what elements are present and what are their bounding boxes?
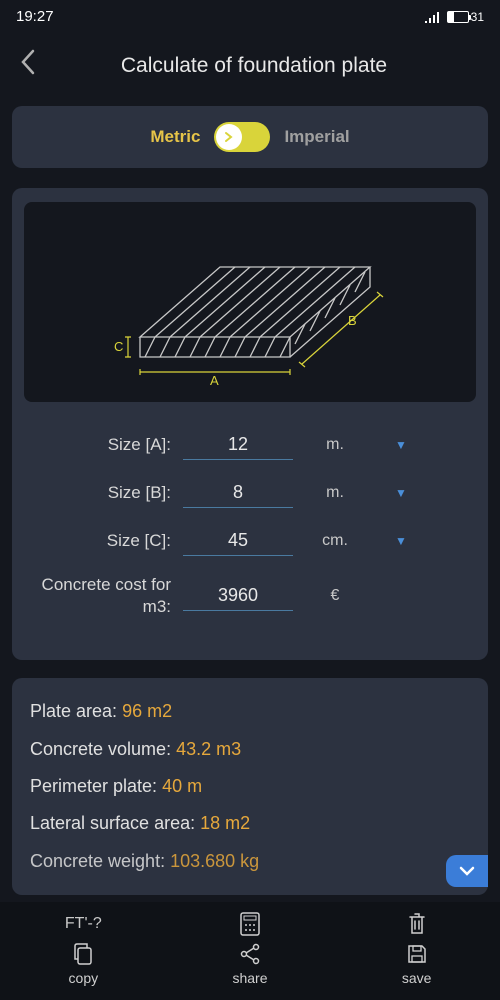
imperial-label: Imperial xyxy=(284,127,349,147)
scroll-down-button[interactable] xyxy=(446,855,488,887)
copy-icon xyxy=(71,942,95,966)
unit-size-c: cm. xyxy=(305,532,365,550)
diagram-label-b: B xyxy=(348,313,357,328)
unit-size-b: m. xyxy=(305,484,365,502)
app-header: Calculate of foundation plate xyxy=(0,33,500,106)
label-size-b: Size [B]: xyxy=(28,483,183,503)
trash-icon xyxy=(405,912,429,936)
input-size-a[interactable] xyxy=(183,430,293,460)
share-icon xyxy=(238,942,262,966)
foundation-diagram: A B C xyxy=(24,202,476,402)
result-perimeter: Perimeter plate: 40 m xyxy=(30,775,470,798)
input-row-size-b: Size [B]: m. ▼ xyxy=(24,478,476,508)
page-title: Calculate of foundation plate xyxy=(24,54,484,78)
delete-button[interactable] xyxy=(377,912,457,936)
status-right: 31 xyxy=(425,10,484,24)
label-size-a: Size [A]: xyxy=(28,435,183,455)
battery-percent: 31 xyxy=(471,10,484,24)
unit-dropdown-c[interactable]: ▼ xyxy=(395,534,407,548)
unit-cost: € xyxy=(305,587,365,605)
unit-toggle-switch[interactable] xyxy=(214,122,270,152)
input-card: A B C Size [A]: m. ▼ Size [B]: m. ▼ Size… xyxy=(12,188,488,660)
share-label: share xyxy=(232,970,267,986)
unit-size-a: m. xyxy=(305,436,365,454)
result-lateral: Lateral surface area: 18 m2 xyxy=(30,812,470,835)
input-row-size-c: Size [C]: cm. ▼ xyxy=(24,526,476,556)
bottom-bar: FT'-? copy share xyxy=(0,902,500,1000)
signal-icon xyxy=(425,11,441,23)
results-card: Plate area: 96 m2 Concrete volume: 43.2 … xyxy=(12,678,488,895)
diagram-label-c: C xyxy=(114,339,123,354)
label-cost: Concrete cost for m3: xyxy=(28,574,183,618)
input-row-cost: Concrete cost for m3: € xyxy=(24,574,476,618)
diagram-label-a: A xyxy=(210,373,219,388)
label-size-c: Size [C]: xyxy=(28,531,183,551)
unit-dropdown-a[interactable]: ▼ xyxy=(395,438,407,452)
unit-dropdown-b[interactable]: ▼ xyxy=(395,486,407,500)
calculator-button[interactable] xyxy=(210,912,290,936)
ft-button[interactable]: FT'-? xyxy=(43,915,123,933)
copy-button[interactable]: copy xyxy=(43,942,123,986)
status-bar: 19:27 31 xyxy=(0,0,500,33)
save-button[interactable]: save xyxy=(377,942,457,986)
save-label: save xyxy=(402,970,432,986)
status-time: 19:27 xyxy=(16,8,54,25)
share-button[interactable]: share xyxy=(210,942,290,986)
input-row-size-a: Size [A]: m. ▼ xyxy=(24,430,476,460)
calculator-icon xyxy=(238,912,262,936)
result-weight: Concrete weight: 103.680 kg xyxy=(30,850,470,873)
unit-toggle-card: Metric Imperial xyxy=(12,106,488,168)
result-volume: Concrete volume: 43.2 m3 xyxy=(30,738,470,761)
input-cost[interactable] xyxy=(183,581,293,611)
result-plate-area: Plate area: 96 m2 xyxy=(30,700,470,723)
input-size-b[interactable] xyxy=(183,478,293,508)
metric-label: Metric xyxy=(150,127,200,147)
battery-indicator: 31 xyxy=(447,10,484,24)
input-size-c[interactable] xyxy=(183,526,293,556)
save-icon xyxy=(405,942,429,966)
toggle-thumb xyxy=(216,124,242,150)
battery-icon xyxy=(447,11,469,23)
copy-label: copy xyxy=(69,970,99,986)
